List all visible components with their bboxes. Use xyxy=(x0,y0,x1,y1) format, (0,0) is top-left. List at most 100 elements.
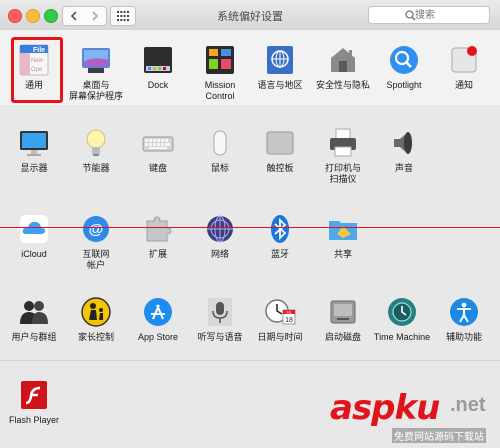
accessibility-icon xyxy=(448,296,480,328)
pref-label: iCloud xyxy=(21,249,47,259)
pref-accessibility[interactable]: 辅助功能 xyxy=(434,296,494,343)
pref-appstore[interactable]: App Store xyxy=(128,296,188,343)
mouse-icon xyxy=(204,127,236,159)
timemachine-icon xyxy=(386,296,418,328)
row-hardware: 显示器 节能器 键盘 鼠标 触控板 打印机与 扫描仪 声音 xyxy=(0,105,500,194)
pref-language[interactable]: 语言与地区 xyxy=(250,44,310,91)
site-watermark: aspku .net 免费网站源码下载站 xyxy=(330,388,500,448)
pref-flash-player[interactable]: Flash Player xyxy=(4,379,64,426)
keyboard-icon xyxy=(142,127,174,159)
pref-sound[interactable]: 声音 xyxy=(374,127,434,174)
row-personal: File New Ope 通用 桌面与 屏幕保护程序 Dock Mission … xyxy=(0,30,500,106)
mission-control-icon xyxy=(204,44,236,76)
general-highlight-box xyxy=(11,37,63,103)
pref-label: 日期与时间 xyxy=(257,332,303,342)
watermark-net: .net xyxy=(450,394,486,416)
pref-label: 声音 xyxy=(394,163,413,173)
watermark-brand: aspku xyxy=(330,388,440,428)
pref-label: Flash Player xyxy=(8,415,60,425)
pref-label: App Store xyxy=(137,332,179,342)
pref-spotlight[interactable]: Spotlight xyxy=(374,44,434,91)
sound-icon xyxy=(388,127,420,159)
pref-notifications[interactable]: 通知 xyxy=(434,44,494,91)
pref-dictation[interactable]: 听写与语音 xyxy=(190,296,250,343)
energy-icon xyxy=(80,127,112,159)
search-input[interactable] xyxy=(413,8,497,22)
search-field[interactable] xyxy=(368,6,497,24)
flash-icon xyxy=(18,379,50,411)
dock-icon xyxy=(142,44,174,76)
pref-internet-accounts[interactable]: @ 互联网 帐户 xyxy=(66,213,126,271)
pref-label: 用户与群组 xyxy=(11,332,57,342)
extensions-icon xyxy=(142,213,174,245)
pref-energy[interactable]: 节能器 xyxy=(66,127,126,174)
pref-label: 网络 xyxy=(210,249,229,259)
bluetooth-icon xyxy=(264,213,296,245)
row-system: 用户与群组 家长控制 App Store 听写与语音 JUL 18 日期与时间 … xyxy=(0,280,500,361)
pref-label: 打印机与 扫描仪 xyxy=(324,163,361,184)
pref-label: Mission Control xyxy=(204,80,236,101)
pref-label: 通知 xyxy=(454,80,473,90)
internet-accounts-icon: @ xyxy=(80,213,112,245)
pref-datetime[interactable]: JUL 18 日期与时间 xyxy=(250,296,310,343)
pref-label: Time Machine xyxy=(373,332,431,342)
red-annotation-line xyxy=(0,227,500,228)
pref-label: 扩展 xyxy=(148,249,167,259)
pref-startup-disk[interactable]: 启动磁盘 xyxy=(313,296,373,343)
pref-parental[interactable]: 家长控制 xyxy=(66,296,126,343)
pref-label: 家长控制 xyxy=(77,332,114,342)
pref-label: 互联网 帐户 xyxy=(82,249,110,270)
display-icon xyxy=(18,127,50,159)
pref-label: 语言与地区 xyxy=(257,80,303,90)
pref-label: 辅助功能 xyxy=(445,332,482,342)
parental-icon xyxy=(80,296,112,328)
pref-mouse[interactable]: 鼠标 xyxy=(190,127,250,174)
pref-display[interactable]: 显示器 xyxy=(4,127,64,174)
pref-label: 听写与语音 xyxy=(197,332,243,342)
pref-bluetooth[interactable]: 蓝牙 xyxy=(250,213,310,260)
pref-extensions[interactable]: 扩展 xyxy=(128,213,188,260)
pref-icloud[interactable]: iCloud xyxy=(4,213,64,260)
appstore-icon xyxy=(142,296,174,328)
pref-sharing[interactable]: 共享 xyxy=(313,213,373,260)
svg-text:18: 18 xyxy=(285,317,293,324)
search-icon xyxy=(405,10,416,21)
pref-desktop[interactable]: 桌面与 屏幕保护程序 xyxy=(66,44,126,102)
users-icon xyxy=(18,296,50,328)
pref-users[interactable]: 用户与群组 xyxy=(4,296,64,343)
pref-security[interactable]: 安全性与隐私 xyxy=(313,44,373,91)
pref-label: 触控板 xyxy=(266,163,294,173)
pref-keyboard[interactable]: 键盘 xyxy=(128,127,188,174)
titlebar: 系统偏好设置 xyxy=(0,0,500,31)
pref-dock[interactable]: Dock xyxy=(128,44,188,91)
datetime-icon: JUL 18 xyxy=(264,296,296,328)
pref-label: 节能器 xyxy=(82,163,110,173)
pref-label: 键盘 xyxy=(148,163,167,173)
desktop-icon xyxy=(80,44,112,76)
trackpad-icon xyxy=(264,127,296,159)
network-icon xyxy=(204,213,236,245)
pref-timemachine[interactable]: Time Machine xyxy=(372,296,432,343)
dictation-icon xyxy=(204,296,236,328)
pref-label: 蓝牙 xyxy=(270,249,289,259)
pref-label: 共享 xyxy=(333,249,352,259)
pref-trackpad[interactable]: 触控板 xyxy=(250,127,310,174)
pref-mission-control[interactable]: Mission Control xyxy=(190,44,250,102)
pref-label: Dock xyxy=(147,80,169,90)
svg-text:JUL: JUL xyxy=(286,310,292,314)
pref-network[interactable]: 网络 xyxy=(190,213,250,260)
pref-label: 安全性与隐私 xyxy=(315,80,370,90)
icloud-icon xyxy=(18,213,50,245)
sharing-icon xyxy=(327,213,359,245)
language-icon xyxy=(264,44,296,76)
pref-label: 鼠标 xyxy=(210,163,229,173)
pref-printers[interactable]: 打印机与 扫描仪 xyxy=(313,127,373,185)
startup-disk-icon xyxy=(327,296,359,328)
pref-label: Spotlight xyxy=(386,80,422,90)
row-internet: iCloud @ 互联网 帐户 扩展 网络 蓝牙 共享 xyxy=(0,193,500,281)
pref-label: 启动磁盘 xyxy=(324,332,361,342)
svg-text:@: @ xyxy=(89,221,104,238)
pref-label: 桌面与 屏幕保护程序 xyxy=(68,80,123,101)
pref-label: 显示器 xyxy=(20,163,48,173)
watermark-subtitle: 免费网站源码下载站 xyxy=(392,428,486,443)
